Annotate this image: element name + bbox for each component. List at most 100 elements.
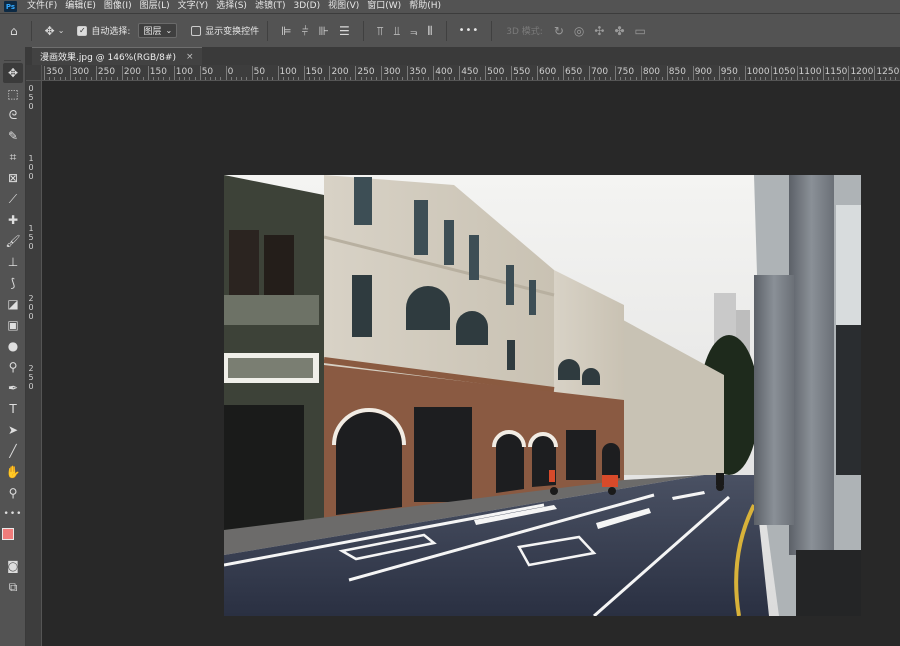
ruler-minor-tick [895, 77, 897, 80]
more-options-button[interactable]: ••• [459, 25, 480, 36]
move-tool-icon[interactable]: ✥ [45, 25, 55, 37]
stamp-icon[interactable]: ⊥ [3, 252, 23, 272]
align-middle-icon[interactable]: ⫫ [394, 25, 401, 37]
3d-pan-icon[interactable]: ✣ [594, 24, 604, 38]
history-brush-icon[interactable]: ⟆ [3, 273, 23, 293]
menu-type[interactable]: 文字(Y) [174, 0, 213, 13]
menu-3d[interactable]: 3D(D) [289, 0, 324, 13]
menu-window[interactable]: 窗口(W) [363, 0, 405, 13]
vertical-ruler[interactable]: 050100150200250 [26, 81, 42, 646]
ruler-minor-tick [780, 77, 782, 80]
menu-file[interactable]: 文件(F) [23, 0, 61, 13]
distribute-icon[interactable]: ⦀ [427, 25, 432, 37]
ruler-tick-label: 1 [28, 154, 34, 163]
menu-layer[interactable]: 图层(L) [136, 0, 174, 13]
close-icon[interactable]: × [186, 52, 194, 62]
path-select-icon[interactable]: ➤ [3, 420, 23, 440]
screen-mode-icon[interactable]: ⧉ [3, 577, 23, 597]
3d-mode-label: 3D 模式: [506, 27, 543, 37]
ruler-minor-tick [599, 77, 601, 80]
ruler-tick [173, 66, 175, 80]
ruler-tick-label: 100 [279, 67, 297, 77]
ruler-tick-label: 1 [28, 224, 34, 233]
foreground-color-swatch[interactable] [2, 528, 14, 540]
hand-icon[interactable]: ✋ [3, 462, 23, 482]
ruler-origin[interactable] [26, 65, 42, 81]
3d-slide-icon[interactable]: ✤ [614, 24, 624, 38]
ruler-minor-tick [101, 77, 103, 80]
align-bottom-icon[interactable]: ⫬ [410, 25, 417, 37]
ruler-tick-label: 900 [694, 67, 712, 77]
align-right-icon[interactable]: ⊪ [319, 25, 329, 37]
layer-select-dropdown[interactable]: 图层 ⌄ [138, 23, 178, 38]
ruler-minor-tick [495, 77, 497, 80]
healing-icon[interactable]: ✚ [3, 210, 23, 230]
brush-icon[interactable]: 🖌 [3, 231, 23, 251]
pen-icon[interactable]: ✒ [3, 378, 23, 398]
panel-grip[interactable] [4, 55, 21, 61]
menu-select[interactable]: 选择(S) [212, 0, 251, 13]
3d-scale-icon[interactable]: ▭ [635, 24, 646, 38]
quick-select-icon[interactable]: ✎ [3, 126, 23, 146]
line-icon[interactable]: ╱ [3, 441, 23, 461]
menu-image[interactable]: 图像(I) [100, 0, 136, 13]
ruler-minor-tick [812, 77, 814, 80]
ruler-tick [822, 66, 824, 80]
ruler-minor-tick [454, 77, 455, 80]
ruler-minor-tick [448, 77, 450, 80]
ruler-minor-tick [687, 77, 689, 80]
menu-view[interactable]: 视图(V) [324, 0, 363, 13]
color-swatches[interactable] [1, 528, 25, 552]
marquee-icon[interactable]: ⬚ [3, 84, 23, 104]
ruler-minor-tick [505, 77, 507, 80]
ruler-minor-tick [339, 77, 341, 80]
gradient-icon[interactable]: ▣ [3, 315, 23, 335]
auto-select-checkbox[interactable]: ✓ [77, 25, 88, 36]
menu-filter[interactable]: 滤镜(T) [251, 0, 290, 13]
ruler-tick-label: 5 [28, 373, 34, 382]
ruler-tick [225, 66, 227, 80]
ruler-minor-tick [521, 77, 523, 80]
ruler-minor-tick [365, 77, 367, 80]
type-icon[interactable]: T [3, 399, 23, 419]
3d-roll-icon[interactable]: ◎ [574, 24, 584, 38]
move-icon[interactable]: ✥ [3, 63, 23, 83]
document-image[interactable] [224, 175, 861, 616]
ruler-minor-tick [583, 77, 585, 80]
ruler-minor-tick [884, 77, 886, 80]
3d-rotate-icon[interactable]: ↻ [554, 24, 564, 38]
eyedropper-icon[interactable]: ⟋ [3, 189, 23, 209]
blur-icon[interactable]: ● [3, 336, 23, 356]
ruler-minor-tick [386, 77, 388, 80]
canvas-workspace[interactable] [42, 81, 900, 646]
align-top-icon[interactable]: ⫪ [377, 25, 384, 37]
ruler-minor-tick [350, 77, 352, 80]
frame-icon[interactable]: ⊠ [3, 168, 23, 188]
align-center-icon[interactable]: ⫩ [302, 25, 309, 37]
ruler-tick-label: 650 [565, 67, 583, 77]
lasso-icon[interactable]: ᘓ [3, 105, 23, 125]
chevron-down-icon[interactable]: ⌄ [58, 25, 65, 37]
ruler-minor-tick [443, 77, 445, 80]
menu-help[interactable]: 帮助(H) [405, 0, 445, 13]
document-tab[interactable]: 漫画效果.jpg @ 146%(RGB/8#) × [32, 47, 202, 65]
show-transform-checkbox[interactable] [191, 25, 202, 36]
align-left-icon[interactable]: ⊫ [281, 25, 291, 37]
zoom-icon[interactable]: ⚲ [3, 483, 23, 503]
quick-mask-icon[interactable]: ◙ [3, 556, 23, 576]
ruler-minor-tick [635, 77, 637, 80]
crop-icon[interactable]: ⌗ [3, 147, 23, 167]
home-icon[interactable]: ⌂ [10, 25, 18, 37]
align-vertical-icon[interactable]: ☰ [339, 25, 350, 37]
ruler-minor-tick [189, 77, 191, 80]
ruler-tick-label: 550 [513, 67, 531, 77]
eraser-icon[interactable]: ◪ [3, 294, 23, 314]
menu-edit[interactable]: 编辑(E) [61, 0, 100, 13]
more-tools-icon[interactable]: ••• [3, 504, 23, 524]
horizontal-ruler[interactable]: 350 300 250 200 150 100 50 0 50 100 150 200 250 300 35… [42, 65, 900, 81]
dodge-icon[interactable]: ⚲ [3, 357, 23, 377]
ruler-minor-tick [324, 77, 326, 80]
ruler-minor-tick [178, 77, 180, 80]
ruler-minor-tick [531, 77, 533, 80]
ruler-tick-label: 5 [28, 233, 34, 242]
